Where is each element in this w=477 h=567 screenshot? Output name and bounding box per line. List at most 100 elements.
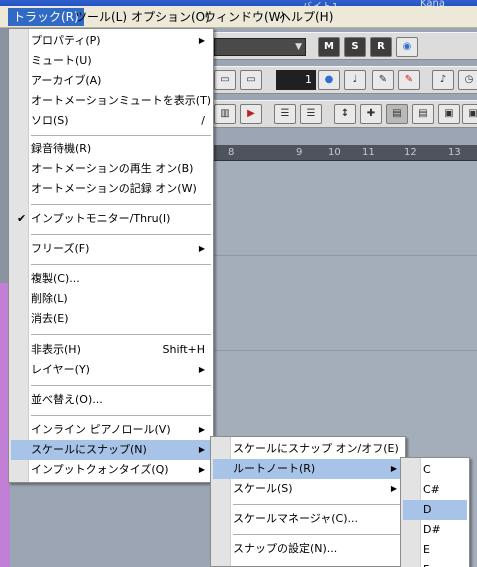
menu-item-label: ミュート(U) (31, 54, 92, 67)
mute-button[interactable]: M (318, 37, 340, 57)
menu-item-label: C# (423, 483, 440, 496)
fit-all-icon[interactable]: ✚ (360, 104, 382, 124)
menu-item-input-monitor[interactable]: ✔ インプットモニター/Thru(I) (11, 209, 211, 229)
menu-item-label: スナップの設定(N)... (233, 542, 338, 555)
menu-item-label: インプットモニター/Thru(I) (31, 212, 171, 225)
submenu-arrow-icon: ▶ (390, 464, 397, 473)
menu-item-note-e[interactable]: E (403, 540, 467, 560)
menu-item-snap-to-scale[interactable]: スケールにスナップ(N) ▶ (11, 440, 211, 460)
menu-item-label: E (423, 543, 430, 556)
menu-item-record-arm[interactable]: 録音待機(R) (11, 139, 211, 159)
menu-item-note-d-sharp[interactable]: D# (403, 520, 467, 540)
menu-separator (31, 135, 211, 136)
submenu-arrow-icon: ▶ (198, 465, 205, 474)
track-selector[interactable]: ▼ (214, 38, 306, 56)
menu-item-label: 複製(C)... (31, 272, 80, 285)
edit-icon[interactable]: ✎ (372, 70, 394, 90)
menu-item-note-f[interactable]: F (403, 560, 467, 567)
ruler-tick: 10 (328, 147, 341, 158)
piano-icon[interactable]: ▭ (214, 70, 236, 90)
menu-item-mute[interactable]: ミュート(U) (11, 51, 211, 71)
meter-icon[interactable]: ▥ (214, 104, 236, 124)
speaker-icon[interactable]: ♪ (432, 70, 454, 90)
track-divider (212, 255, 477, 256)
menu-item-show-automation-mute[interactable]: オートメーションミュートを表示(T) (11, 91, 211, 111)
track-menu: プロパティ(P) ▶ ミュート(U) アーカイブ(A) オートメーションミュートを… (8, 28, 214, 483)
menu-item-root-note[interactable]: ルートノート(R) ▶ (213, 459, 403, 479)
more-icon[interactable]: ▣ (462, 104, 477, 124)
menu-separator (31, 234, 211, 235)
window-icon[interactable]: ▣ (438, 104, 460, 124)
menu-item-label: 消去(E) (31, 312, 69, 325)
menu-item-label: プロパティ(P) (31, 34, 101, 47)
menu-separator (31, 385, 211, 386)
clock-icon[interactable]: ◷ (458, 70, 477, 90)
menu-item-note-c-sharp[interactable]: C# (403, 480, 467, 500)
menu-item-solo[interactable]: ソロ(S) / (11, 111, 211, 131)
submenu-arrow-icon: ▶ (198, 365, 205, 374)
menu-item-automation-record[interactable]: オートメーションの記録 オン(W) (11, 179, 211, 199)
menu-item-scale-manager[interactable]: スケールマネージャ(C)... (213, 509, 403, 529)
menu-item-inline-piano-roll[interactable]: インライン ピアノロール(V) ▶ (11, 420, 211, 440)
menu-item-snap-toggle[interactable]: スケールにスナップ オン/オフ(E) (213, 439, 403, 459)
menu-item-label: オートメーションの再生 オン(B) (31, 162, 194, 175)
menu-item-scale[interactable]: スケール(S) ▶ (213, 479, 403, 499)
menu-separator (31, 415, 211, 416)
menu-separator (31, 264, 211, 265)
value-display: 1 (276, 70, 316, 90)
menu-item-label: 録音待機(R) (31, 142, 92, 155)
menu-item-label: オートメーションの記録 オン(W) (31, 182, 197, 195)
menu-item-input-quantize[interactable]: インプットクォンタイズ(Q) ▶ (11, 460, 211, 480)
menu-help[interactable]: ヘルプ(H) (274, 8, 338, 26)
lines-icon[interactable]: ▤ (412, 104, 434, 124)
submenu-arrow-icon: ▶ (390, 484, 397, 493)
chevron-down-icon: ▼ (295, 42, 302, 52)
menu-item-label: フリーズ(F) (31, 242, 90, 255)
timeline-ruler[interactable]: 8 9 10 11 12 13 (212, 145, 477, 161)
menu-shortcut: / (201, 114, 205, 127)
menu-item-sort[interactable]: 並べ替え(O)... (11, 390, 211, 410)
ruler-tick: 8 (228, 147, 235, 158)
menu-item-erase[interactable]: 消去(E) (11, 309, 211, 329)
menu-item-label: レイヤー(Y) (31, 363, 90, 376)
note-icon[interactable]: ♩ (344, 70, 366, 90)
monitor-icon[interactable]: ◉ (396, 37, 418, 57)
menu-item-label: インプットクォンタイズ(Q) (31, 463, 169, 476)
menu-item-layer[interactable]: レイヤー(Y) ▶ (11, 360, 211, 380)
menu-shortcut: Shift+H (162, 343, 206, 356)
menu-item-duplicate[interactable]: 複製(C)... (11, 269, 211, 289)
menu-item-label: F (423, 560, 429, 567)
disabled-icon[interactable]: ▤ (386, 104, 408, 124)
ruler-tick: 11 (362, 147, 375, 158)
menu-item-archive[interactable]: アーカイブ(A) (11, 71, 211, 91)
menu-item-note-d[interactable]: D (403, 500, 467, 520)
ruler-tick: 9 (296, 147, 303, 158)
record-button[interactable]: R (370, 37, 392, 57)
menu-item-automation-playback[interactable]: オートメーションの再生 オン(B) (11, 159, 211, 179)
menu-item-freeze[interactable]: フリーズ(F) ▶ (11, 239, 211, 259)
menu-item-delete[interactable]: 削除(L) (11, 289, 211, 309)
solo-button[interactable]: S (344, 37, 366, 57)
record-edit-icon[interactable]: ✎ (398, 70, 420, 90)
menu-item-label: 非表示(H) (31, 343, 81, 356)
mixer-icon[interactable]: ☰ (274, 104, 296, 124)
list-icon[interactable]: ☰ (300, 104, 322, 124)
submenu-arrow-icon: ▶ (198, 36, 205, 45)
menu-item-label: オートメーションミュートを表示(T) (31, 94, 212, 107)
menu-item-label: スケールマネージャ(C)... (233, 512, 358, 525)
menu-item-note-c[interactable]: C (403, 460, 467, 480)
keyboard-icon[interactable]: ▭ (240, 70, 262, 90)
fit-vertical-icon[interactable]: ↕ (334, 104, 356, 124)
menu-item-hide[interactable]: 非表示(H) Shift+H (11, 340, 211, 360)
menu-item-label: スケールにスナップ(N) (31, 443, 147, 456)
play-marker-icon[interactable]: ▶ (240, 104, 262, 124)
submenu-arrow-icon: ▶ (198, 425, 205, 434)
menu-item-properties[interactable]: プロパティ(P) ▶ (11, 31, 211, 51)
snap-to-scale-menu: スケールにスナップ オン/オフ(E) ルートノート(R) ▶ スケール(S) ▶ ス… (210, 436, 406, 567)
menu-tools[interactable]: ツール(L) (70, 8, 132, 26)
menu-separator (31, 204, 211, 205)
menu-item-label: スケールにスナップ オン/オフ(E) (233, 442, 399, 455)
root-note-menu: C C# D D# E F (400, 457, 470, 567)
menu-item-snap-settings[interactable]: スナップの設定(N)... (213, 539, 403, 559)
dot-icon[interactable]: ● (318, 70, 340, 90)
